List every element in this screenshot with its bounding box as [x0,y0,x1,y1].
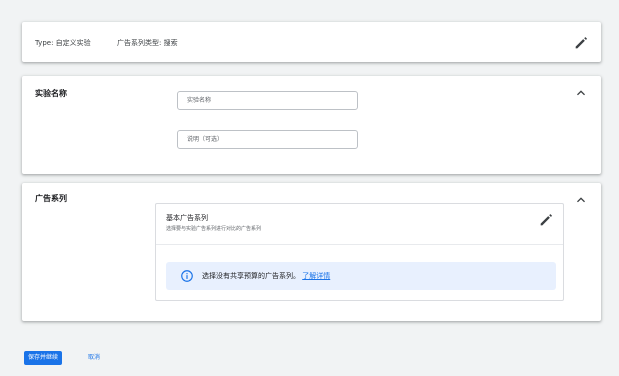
campaign-type-label: 广告系列类型: [117,39,162,47]
experiment-type-card: Type: 自定义实验 广告系列类型: 搜索 [22,22,601,62]
campaign-type-summary: 广告系列类型: 搜索 [117,38,178,48]
type-value: 自定义实验 [55,39,91,47]
edit-type-pencil-icon[interactable] [573,35,589,51]
type-label: Type: [35,39,54,47]
shared-budget-info-message: 选择没有共享预算的广告系列。 了解详情 [202,271,330,281]
edit-base-campaign-pencil-icon[interactable] [538,212,554,228]
campaign-type-value: 搜索 [163,39,178,47]
experiment-name-card: 实验名称 [22,76,601,174]
base-campaign-subtitle: 选择要与实验广告系列进行对比的广告系列 [166,226,262,232]
experiment-description-input[interactable] [177,130,358,149]
collapse-name-section-chevron-up-icon[interactable] [573,85,589,101]
base-campaign-panel: 基本广告系列 选择要与实验广告系列进行对比的广告系列 选择没有共享预算的广告系列… [155,203,564,301]
collapse-campaign-section-chevron-up-icon[interactable] [573,192,589,208]
panel-divider [156,244,563,245]
shared-budget-info-box: 选择没有共享预算的广告系列。 了解详情 [166,262,556,290]
info-icon [180,269,194,283]
base-campaign-title: 基本广告系列 [166,214,208,222]
learn-more-link[interactable]: 了解详情 [302,272,330,280]
save-and-continue-button[interactable]: 保存并继续 [24,351,63,365]
experiment-type-summary: Type: 自定义实验 [35,38,91,48]
cancel-button[interactable]: 取消 [86,351,102,365]
experiment-name-section-title: 实验名称 [35,89,67,98]
campaign-section-title: 广告系列 [35,194,67,203]
campaign-card: 广告系列 基本广告系列 选择要与实验广告系列进行对比的广告系列 选择没有共享预算… [22,183,601,321]
info-text: 选择没有共享预算的广告系列。 [202,272,300,280]
experiment-name-input[interactable] [177,91,358,110]
